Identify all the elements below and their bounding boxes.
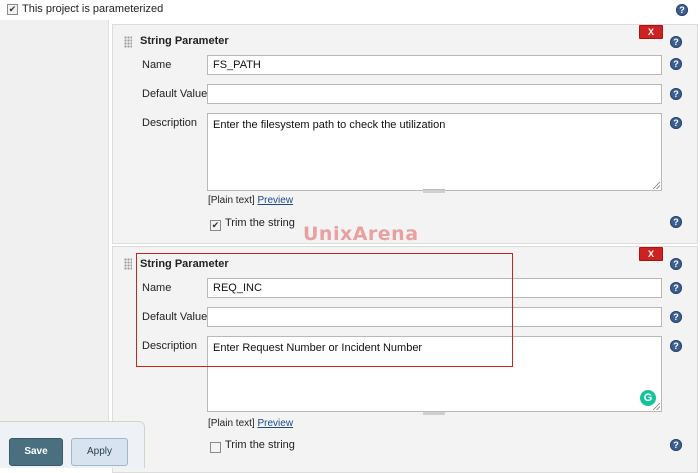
textarea-resize-handle[interactable] xyxy=(423,189,445,193)
parameterized-checkbox[interactable]: ✔ xyxy=(7,4,18,15)
plain-text-label: [Plain text] xyxy=(208,418,255,429)
format-note: [Plain text] Preview xyxy=(208,418,293,429)
default-value-label: Default Value xyxy=(142,88,208,100)
drag-handle-icon[interactable] xyxy=(124,36,132,48)
watermark-text: UnixArena xyxy=(303,223,419,245)
grammarly-icon[interactable]: G xyxy=(640,390,656,406)
save-button[interactable]: Save xyxy=(9,438,63,466)
description-textarea[interactable]: Enter the filesystem path to check the u… xyxy=(207,113,662,191)
button-bar: Save Apply xyxy=(0,421,145,468)
default-value-input[interactable] xyxy=(207,84,662,104)
resize-corner-icon[interactable] xyxy=(653,403,660,410)
drag-handle-icon[interactable] xyxy=(124,258,132,270)
parameterized-row: ✔ This project is parameterized ? xyxy=(0,0,700,20)
delete-parameter-button[interactable]: X xyxy=(639,25,663,39)
trim-label: Trim the string xyxy=(225,439,295,451)
apply-button[interactable]: Apply xyxy=(71,438,128,466)
help-icon[interactable]: ? xyxy=(670,117,682,129)
help-icon[interactable]: ? xyxy=(670,340,682,352)
left-pane xyxy=(0,20,109,467)
resize-corner-icon[interactable] xyxy=(653,182,660,189)
preview-link[interactable]: Preview xyxy=(257,418,293,429)
delete-parameter-button[interactable]: X xyxy=(639,247,663,261)
help-icon[interactable]: ? xyxy=(670,439,682,451)
name-label: Name xyxy=(142,59,172,71)
plain-text-label: [Plain text] xyxy=(208,195,255,206)
help-icon[interactable]: ? xyxy=(670,58,682,70)
trim-checkbox[interactable]: ✔ xyxy=(210,220,221,231)
help-icon[interactable]: ? xyxy=(670,88,682,100)
help-icon[interactable]: ? xyxy=(670,258,682,270)
description-label: Description xyxy=(142,117,198,129)
help-icon[interactable]: ? xyxy=(676,4,688,16)
parameter-title: String Parameter xyxy=(140,35,229,47)
parameterized-label: This project is parameterized xyxy=(22,3,164,15)
help-icon[interactable]: ? xyxy=(670,216,682,228)
help-icon[interactable]: ? xyxy=(670,311,682,323)
textarea-resize-handle[interactable] xyxy=(423,411,445,415)
highlight-box xyxy=(136,253,513,367)
name-input[interactable]: FS_PATH xyxy=(207,55,662,75)
preview-link[interactable]: Preview xyxy=(257,195,293,206)
help-icon[interactable]: ? xyxy=(670,36,682,48)
trim-checkbox[interactable] xyxy=(210,442,221,453)
help-icon[interactable]: ? xyxy=(670,282,682,294)
format-note: [Plain text] Preview xyxy=(208,195,293,206)
trim-label: Trim the string xyxy=(225,217,295,229)
